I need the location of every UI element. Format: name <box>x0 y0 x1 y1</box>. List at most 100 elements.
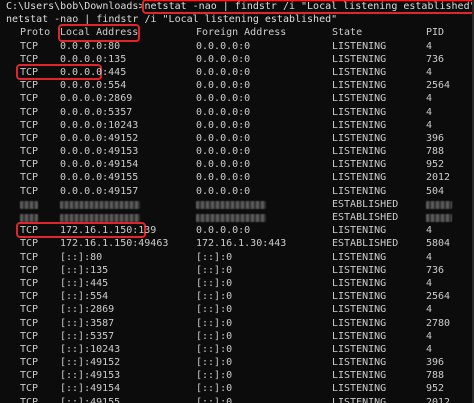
table-row: TCP [::]:554 [::]:0 LISTENING 2564 <box>6 290 474 303</box>
cell-proto: TCP <box>20 159 39 171</box>
cell-state: LISTENING <box>332 396 387 403</box>
cell-local: [::]:49152 <box>60 357 121 369</box>
cell-pid: 2012 <box>426 396 451 403</box>
cell-foreign: [::]:0 <box>196 383 233 395</box>
table-row: TCP [::]:49152 [::]:0 LISTENING 396 <box>6 356 474 369</box>
cell-foreign: 0.0.0.0:0 <box>196 225 251 237</box>
cell-proto: TCP <box>20 343 39 355</box>
cell-local: 0.0.0.0:49155 <box>60 172 139 184</box>
header-foreign-address: Foreign Address <box>196 27 287 39</box>
cell-state: LISTENING <box>332 172 387 184</box>
cell-local: 0.0.0.0:49157 <box>60 185 139 197</box>
cell-state: LISTENING <box>332 383 387 395</box>
cell-proto: TCP <box>20 132 39 144</box>
cell-state: LISTENING <box>332 330 387 342</box>
table-row: TCP 0.0.0.0:445 0.0.0.0:0 LISTENING 4 <box>6 63 474 80</box>
cell-proto: TCP <box>20 396 39 403</box>
cell-state: LISTENING <box>332 251 387 263</box>
cell-pid: 4 <box>426 119 433 131</box>
cell-foreign: 0.0.0.0:0 <box>196 172 251 184</box>
cell-pid: 504 <box>426 185 445 197</box>
cell-pid: 4 <box>426 66 433 78</box>
cell-local: 0.0.0.0:135 <box>60 53 127 65</box>
cell-state: LISTENING <box>332 291 387 303</box>
cell-pid: 4 <box>426 40 433 52</box>
command-prompt-line: C:\Users\bob\Downloads>netstat -nao | fi… <box>6 0 474 14</box>
table-row: TCP [::]:445 [::]:0 LISTENING 4 <box>6 277 474 290</box>
table-row: TCP [::]:5357 [::]:0 LISTENING 4 <box>6 330 474 343</box>
table-row: TCP 0.0.0.0:49157 0.0.0.0:0 LISTENING 504 <box>6 185 474 198</box>
cell-local: 0.0.0.0:49153 <box>60 146 139 158</box>
cell-proto: TCP <box>20 317 39 329</box>
cell-foreign: [::]:0 <box>196 317 233 329</box>
cell-foreign: 0.0.0.0:0 <box>196 132 251 144</box>
cell-local: [::]:554 <box>60 291 109 303</box>
table-row: TCP [::]:135 [::]:0 LISTENING 736 <box>6 264 474 277</box>
cell-pid: 4 <box>426 251 433 263</box>
cell-foreign: [::]:0 <box>196 370 233 382</box>
cell-foreign: 0.0.0.0:0 <box>196 185 251 197</box>
table-row: TCP 0.0.0.0:554 0.0.0.0:0 LISTENING 2564 <box>6 79 474 92</box>
cell-state: LISTENING <box>332 357 387 369</box>
cell-local: 0.0.0.0:554 <box>60 80 127 92</box>
cell-pid: 4 <box>426 304 433 316</box>
cell-proto: TCP <box>20 357 39 369</box>
cell-pid: 2564 <box>426 291 451 303</box>
cell-foreign: 0.0.0.0:0 <box>196 119 251 131</box>
cell-state: LISTENING <box>332 146 387 158</box>
cell-proto: TCP <box>20 370 39 382</box>
cell-state: LISTENING <box>332 66 387 78</box>
cell-proto: TCP <box>20 119 39 131</box>
cell-state: LISTENING <box>332 317 387 329</box>
table-row: ESTABLISHED <box>6 198 474 211</box>
cell-foreign: 0.0.0.0:0 <box>196 93 251 105</box>
cell-pid: 4 <box>426 106 433 118</box>
table-row: TCP [::]:2869 [::]:0 LISTENING 4 <box>6 303 474 316</box>
cell-pid: 788 <box>426 146 445 158</box>
cell-proto: TCP <box>20 40 39 52</box>
table-row: TCP [::]:3587 [::]:0 LISTENING 2780 <box>6 317 474 330</box>
table-row: TCP [::]:49154 [::]:0 LISTENING 952 <box>6 382 474 395</box>
cell-pid: 4 <box>426 93 433 105</box>
cell-state: LISTENING <box>332 370 387 382</box>
cell-foreign: [::]:0 <box>196 396 233 403</box>
cell-foreign: 0.0.0.0:0 <box>196 80 251 92</box>
cell-foreign: 172.16.1.30:443 <box>196 238 287 250</box>
cell-proto: TCP <box>20 106 39 118</box>
cell-state: LISTENING <box>332 93 387 105</box>
cell-local: [::]:5357 <box>60 330 115 342</box>
header-proto: Proto <box>20 27 51 39</box>
cell-foreign: 0.0.0.0:0 <box>196 159 251 171</box>
cell-foreign: 0.0.0.0:0 <box>196 53 251 65</box>
table-row: TCP 0.0.0.0:135 0.0.0.0:0 LISTENING 736 <box>6 53 474 66</box>
cell-proto: TCP <box>20 304 39 316</box>
cell-proto: TCP <box>20 264 39 276</box>
terminal-window[interactable]: C:\Users\bob\Downloads> netstat -nao | fi… <box>0 0 474 403</box>
cell-proto: TCP <box>20 80 39 92</box>
cell-pid: 736 <box>426 53 445 65</box>
cell-local: [::]:445 <box>60 277 109 289</box>
cell-local: 0.0.0.0:49154 <box>60 159 139 171</box>
cell-foreign: 0.0.0.0:0 <box>196 106 251 118</box>
cell-proto: TCP <box>20 172 39 184</box>
cell-foreign: [::]:0 <box>196 291 233 303</box>
cell-proto: TCP <box>20 66 39 78</box>
cell-proto: TCP <box>20 93 39 105</box>
cell-local: 172.16.1.150:49463 <box>60 238 169 250</box>
table-row: TCP [::]:80 [::]:0 LISTENING 4 <box>6 251 474 264</box>
connection-table: TCP 0.0.0.0:80 0.0.0.0:0 LISTENING 4 TCP 0.0.0… <box>6 40 474 403</box>
prompt-path: C:\Users\bob\Downloads> <box>6 1 145 12</box>
cell-state: LISTENING <box>332 119 387 131</box>
cell-proto: TCP <box>20 291 39 303</box>
table-row: TCP [::]:10243 [::]:0 LISTENING 4 <box>6 343 474 356</box>
table-row: TCP 0.0.0.0:10243 0.0.0.0:0 LISTENING 4 <box>6 119 474 132</box>
cell-foreign: 0.0.0.0:0 <box>196 40 251 52</box>
cell-pid: 5804 <box>426 238 451 250</box>
cell-foreign: 0.0.0.0:0 <box>196 146 251 158</box>
cell-pid: 4 <box>426 277 433 289</box>
echoed-command-line: netstat -nao | findstr /i "Local listeni… <box>6 14 338 26</box>
table-row: TCP 0.0.0.0:49152 0.0.0.0:0 LISTENING 396 <box>6 132 474 145</box>
cell-state: LISTENING <box>332 80 387 92</box>
cell-state: LISTENING <box>332 40 387 52</box>
table-row: ESTABLISHED <box>6 211 474 224</box>
